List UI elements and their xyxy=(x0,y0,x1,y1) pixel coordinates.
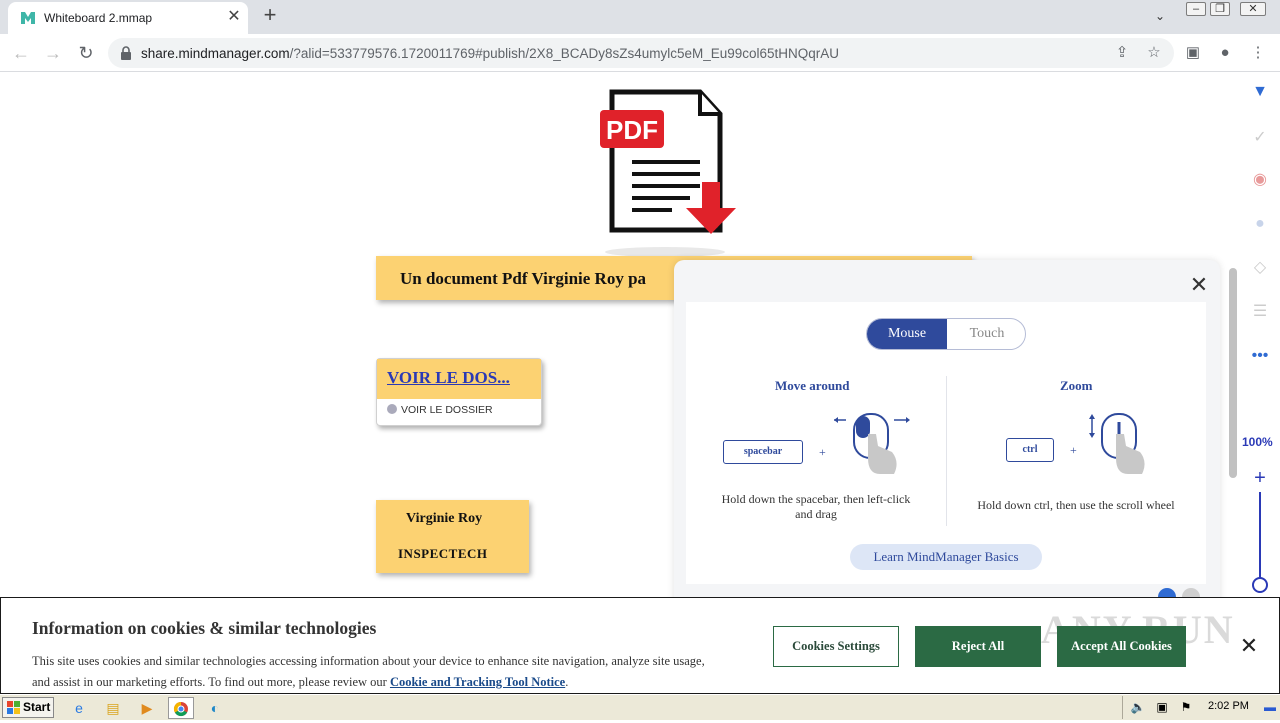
cookie-body-text: This site uses cookies and similar techn… xyxy=(32,654,705,689)
action-center-flag-icon[interactable]: ⚑ xyxy=(1175,696,1197,718)
system-tray: 🔈 ▣ ⚑ ▬ xyxy=(1122,696,1278,719)
main-topic-text: Un document Pdf Virginie Roy pa xyxy=(400,269,647,288)
url-host: share.mindmanager.com xyxy=(141,46,290,61)
cookie-title: Information on cookies & similar technol… xyxy=(32,618,377,638)
link-note-text: VOIR LE DOSSIER xyxy=(401,404,493,416)
browser-toolbar: ← → ↻ share.mindmanager.com/?alid=533779… xyxy=(0,34,1280,72)
more-options-icon[interactable]: ••• xyxy=(1250,346,1270,366)
ctrl-key: ctrl xyxy=(1006,438,1054,462)
windows-logo-icon xyxy=(7,701,20,714)
vertical-scrollbar[interactable] xyxy=(1229,268,1237,478)
plus-sign: + xyxy=(1070,443,1077,457)
media-player-icon[interactable]: ▶ xyxy=(136,697,158,719)
cookie-notice-link[interactable]: Cookie and Tracking Tool Notice xyxy=(390,675,565,689)
name-topic[interactable]: Virginie Roy INSPECTECH xyxy=(376,500,529,573)
url-text[interactable]: share.mindmanager.com/?alid=533779576.17… xyxy=(141,46,839,61)
window-close-button[interactable]: ✕ xyxy=(1240,2,1266,16)
forward-arrow-icon[interactable]: → xyxy=(40,40,66,66)
priority-icon[interactable]: ◉ xyxy=(1250,170,1270,190)
checkmark-icon[interactable]: ✓ xyxy=(1250,128,1270,148)
minimize-button[interactable]: – xyxy=(1186,2,1206,16)
clock: 2:02 PM xyxy=(1208,700,1249,712)
spacebar-key: spacebar xyxy=(723,440,803,464)
move-around-title: Move around xyxy=(775,378,850,393)
show-desktop-icon[interactable]: ▬ xyxy=(1259,696,1280,718)
help-content: Mouse Touch Move around spacebar + Hold … xyxy=(686,302,1206,584)
mouse-drag-icon xyxy=(834,413,910,474)
mindmanager-logo-icon xyxy=(21,12,35,24)
zoom-level: 100% xyxy=(1242,435,1273,449)
mouse-scroll-icon xyxy=(1089,413,1145,474)
zoom-title: Zoom xyxy=(1060,378,1093,393)
help-close-icon[interactable]: ✕ xyxy=(1188,274,1210,296)
volume-icon[interactable]: 🔈 xyxy=(1127,696,1149,718)
lock-icon xyxy=(121,46,131,60)
network-icon[interactable]: ▣ xyxy=(1151,696,1173,718)
pdf-download-image: PDF xyxy=(600,89,736,257)
tab-mouse[interactable]: Mouse xyxy=(867,319,947,349)
help-divider xyxy=(946,376,947,526)
learn-basics-button[interactable]: Learn MindManager Basics xyxy=(850,544,1042,570)
link-topic-text[interactable]: VOIR LE DOS... xyxy=(387,368,510,388)
filter-icon[interactable]: ▼ xyxy=(1250,82,1270,102)
start-button[interactable]: Start xyxy=(2,697,54,718)
share-icon[interactable]: ⇪ xyxy=(1112,43,1132,63)
tab-touch[interactable]: Touch xyxy=(947,319,1025,349)
address-bar[interactable]: share.mindmanager.com/?alid=533779576.17… xyxy=(108,38,1174,68)
browser-tab-bar: Whiteboard 2.mmap ✕ + ⌄ – ❐ ✕ xyxy=(0,0,1280,34)
edge-icon[interactable]: ◐ xyxy=(204,697,226,719)
restore-button[interactable]: ❐ xyxy=(1210,2,1230,16)
tab-search-chevron-icon[interactable]: ⌄ xyxy=(1150,6,1170,26)
cookie-body-period: . xyxy=(565,675,569,689)
reject-all-button[interactable]: Reject All xyxy=(915,626,1041,667)
move-around-description: Hold down the spacebar, then left-click … xyxy=(721,492,911,521)
side-panel-icon[interactable]: ▣ xyxy=(1182,42,1204,64)
tag-icon[interactable]: ◇ xyxy=(1250,258,1270,278)
svg-text:PDF: PDF xyxy=(606,115,658,145)
browser-tab[interactable]: Whiteboard 2.mmap ✕ xyxy=(8,2,248,34)
profile-avatar-icon[interactable]: ● xyxy=(1214,42,1236,64)
start-label: Start xyxy=(23,700,51,714)
tab-title: Whiteboard 2.mmap xyxy=(44,11,153,25)
chrome-icon[interactable] xyxy=(168,697,194,719)
tab-close-icon[interactable]: ✕ xyxy=(224,7,244,27)
back-arrow-icon[interactable]: ← xyxy=(8,40,34,66)
cookie-close-icon[interactable]: ✕ xyxy=(1238,635,1260,657)
url-path: /?alid=533779576.1720011769#publish/2X8_… xyxy=(289,46,840,61)
cookie-body: This site uses cookies and similar techn… xyxy=(32,651,712,693)
zoom-slider-knob[interactable] xyxy=(1252,577,1268,593)
new-tab-button[interactable]: + xyxy=(258,4,282,28)
name-topic-line1: Virginie Roy xyxy=(406,511,483,526)
cookies-settings-button[interactable]: Cookies Settings xyxy=(773,626,899,667)
list-icon[interactable]: ☰ xyxy=(1250,302,1270,322)
reload-icon[interactable]: ↻ xyxy=(73,40,99,66)
globe-icon xyxy=(387,404,397,414)
link-topic-header[interactable]: VOIR LE DOS... xyxy=(377,359,541,399)
zoom-in-button[interactable]: + xyxy=(1250,468,1270,488)
cookie-banner: Information on cookies & similar technol… xyxy=(0,597,1280,694)
zoom-description: Hold down ctrl, then use the scroll whee… xyxy=(977,498,1175,512)
zoom-slider-track[interactable] xyxy=(1259,492,1261,582)
input-mode-toggle[interactable]: Mouse Touch xyxy=(866,318,1026,350)
comment-icon[interactable]: ● xyxy=(1250,214,1270,234)
kebab-menu-icon[interactable]: ⋮ xyxy=(1247,42,1269,64)
file-explorer-icon[interactable]: ▤ xyxy=(102,697,124,719)
windows-taskbar: Start e ▤ ▶ ◐ 🔈 ▣ ⚑ ▬ 2:02 PM xyxy=(0,694,1280,720)
accept-all-cookies-button[interactable]: Accept All Cookies xyxy=(1057,626,1186,667)
name-topic-line2: INSPECTECH xyxy=(398,546,488,561)
internet-explorer-icon[interactable]: e xyxy=(68,697,90,719)
link-topic-note[interactable]: VOIR LE DOSSIER xyxy=(387,404,493,416)
bookmark-star-icon[interactable]: ☆ xyxy=(1144,43,1164,63)
plus-sign: + xyxy=(819,445,826,459)
link-topic[interactable]: VOIR LE DOS... VOIR LE DOSSIER xyxy=(376,358,542,426)
